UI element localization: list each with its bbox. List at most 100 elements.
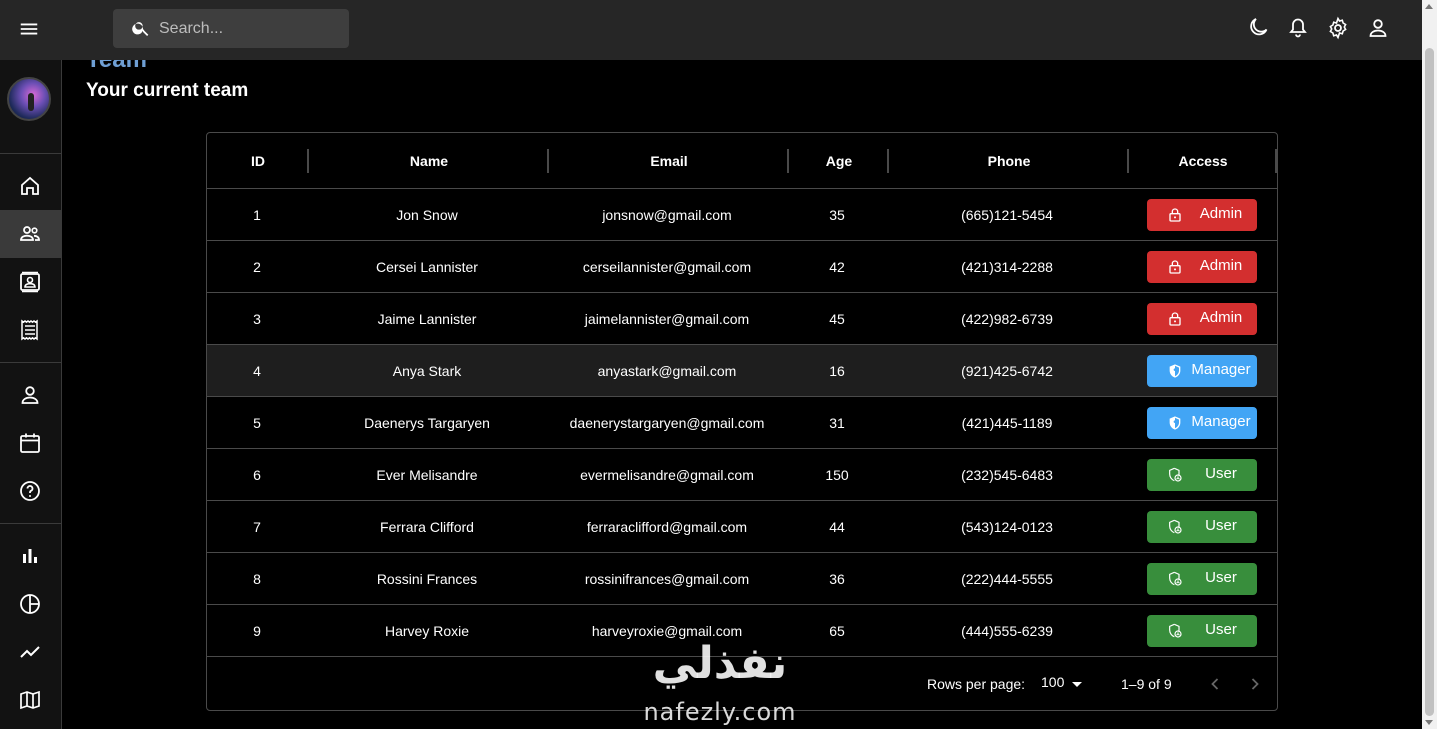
table-row[interactable]: 6 Ever Melisandre evermelisandre@gmail.c… bbox=[207, 449, 1277, 501]
column-header-access[interactable]: Access bbox=[1129, 133, 1277, 189]
access-badge-user[interactable]: User bbox=[1147, 459, 1257, 491]
table-row[interactable]: 2 Cersei Lannister cerseilannister@gmail… bbox=[207, 241, 1277, 293]
map-icon bbox=[20, 690, 40, 710]
sidebar-divider bbox=[0, 153, 62, 154]
access-badge-user[interactable]: User bbox=[1147, 563, 1257, 595]
sidebar-divider bbox=[0, 362, 62, 363]
scroll-up-arrow-icon[interactable] bbox=[1425, 4, 1433, 9]
cell-id: 7 bbox=[253, 519, 261, 535]
sidebar-item-geography[interactable] bbox=[0, 676, 62, 724]
dark-mode-icon[interactable] bbox=[1246, 16, 1270, 40]
cell-age: 16 bbox=[829, 363, 845, 379]
sidebar-divider bbox=[0, 523, 62, 524]
pagination-info: 1–9 of 9 bbox=[1121, 676, 1172, 692]
scrollbar-thumb[interactable] bbox=[1425, 48, 1434, 716]
column-header-id[interactable]: ID bbox=[207, 133, 309, 189]
help-icon bbox=[20, 481, 40, 501]
cell-id: 4 bbox=[253, 363, 261, 379]
top-bar bbox=[0, 0, 1422, 60]
cell-age: 45 bbox=[829, 311, 845, 327]
sidebar-item-dashboard[interactable] bbox=[0, 162, 62, 210]
table-row[interactable]: 7 Ferrara Clifford ferraraclifford@gmail… bbox=[207, 501, 1277, 553]
security-shield-icon bbox=[1169, 416, 1181, 430]
bar-chart-icon bbox=[23, 549, 37, 563]
cell-phone: (543)124-0123 bbox=[961, 519, 1053, 535]
settings-icon[interactable] bbox=[1326, 16, 1350, 40]
team-icon bbox=[20, 226, 40, 241]
access-label: User bbox=[1205, 517, 1237, 534]
cell-age: 35 bbox=[829, 207, 845, 223]
cell-age: 44 bbox=[829, 519, 845, 535]
sidebar-item-profile[interactable] bbox=[0, 371, 62, 419]
verified-user-shield-icon bbox=[1169, 623, 1182, 638]
table-row[interactable]: 5 Daenerys Targaryen daenerystargaryen@g… bbox=[207, 397, 1277, 449]
cell-id: 6 bbox=[253, 467, 261, 483]
cell-name: Harvey Roxie bbox=[384, 623, 470, 639]
invoices-icon bbox=[21, 319, 38, 341]
access-label: User bbox=[1205, 465, 1237, 482]
cell-age: 36 bbox=[829, 571, 845, 587]
table-row[interactable]: 1 Jon Snow jonsnow@gmail.com 35 (665)121… bbox=[207, 189, 1277, 241]
access-label: Admin bbox=[1199, 205, 1243, 222]
access-badge-admin[interactable]: Admin bbox=[1147, 303, 1257, 335]
cell-email: rossinifrances@gmail.com bbox=[584, 571, 750, 587]
avatar[interactable] bbox=[7, 77, 51, 121]
table-row[interactable]: 9 Harvey Roxie harveyroxie@gmail.com 65 … bbox=[207, 605, 1277, 657]
cell-age: 65 bbox=[829, 623, 845, 639]
verified-user-shield-icon bbox=[1169, 519, 1182, 534]
rows-per-page-select[interactable]: 100 bbox=[1041, 674, 1064, 690]
sidebar-item-bar-chart[interactable] bbox=[0, 532, 62, 580]
cell-phone: (444)555-6239 bbox=[961, 623, 1053, 639]
cell-name: Cersei Lannister bbox=[376, 259, 478, 275]
cell-email: evermelisandre@gmail.com bbox=[580, 467, 754, 483]
access-label: Admin bbox=[1199, 257, 1243, 274]
cell-name: Daenerys Targaryen bbox=[364, 415, 490, 431]
cell-phone: (422)982-6739 bbox=[961, 311, 1053, 327]
column-header-phone[interactable]: Phone bbox=[889, 133, 1129, 189]
sidebar-item-calendar[interactable] bbox=[0, 419, 62, 467]
chevron-left-icon[interactable] bbox=[1203, 672, 1227, 696]
grid-header: ID Name Email Age Phone Access bbox=[207, 133, 1277, 189]
cell-email: jonsnow@gmail.com bbox=[602, 207, 732, 223]
chevron-right-icon[interactable] bbox=[1243, 672, 1267, 696]
scroll-down-arrow-icon[interactable] bbox=[1425, 720, 1433, 725]
access-label: Manager bbox=[1191, 361, 1251, 378]
table-row[interactable]: 3 Jaime Lannister jaimelannister@gmail.c… bbox=[207, 293, 1277, 345]
sidebar-item-faq[interactable] bbox=[0, 467, 62, 515]
sidebar-item-pie-chart[interactable] bbox=[0, 580, 62, 628]
access-label: Admin bbox=[1199, 309, 1243, 326]
column-header-name[interactable]: Name bbox=[309, 133, 549, 189]
access-badge-admin[interactable]: Admin bbox=[1147, 199, 1257, 231]
search-input[interactable] bbox=[159, 9, 339, 48]
access-label: User bbox=[1205, 621, 1237, 638]
column-header-email[interactable]: Email bbox=[549, 133, 789, 189]
contacts-icon bbox=[20, 271, 40, 293]
access-badge-admin[interactable]: Admin bbox=[1147, 251, 1257, 283]
cell-id: 9 bbox=[253, 623, 261, 639]
lock-open-icon bbox=[1169, 208, 1181, 222]
caret-down-icon[interactable] bbox=[1072, 682, 1082, 687]
sidebar-item-line-chart[interactable] bbox=[0, 628, 62, 676]
cell-phone: (222)444-5555 bbox=[961, 571, 1053, 587]
access-badge-user[interactable]: User bbox=[1147, 511, 1257, 543]
cell-email: anyastark@gmail.com bbox=[597, 363, 737, 379]
access-badge-manager[interactable]: Manager bbox=[1147, 355, 1257, 387]
person-icon[interactable] bbox=[1366, 16, 1390, 40]
sidebar-item-contacts[interactable] bbox=[0, 258, 62, 306]
menu-icon[interactable] bbox=[18, 18, 40, 40]
sidebar-item-team[interactable] bbox=[0, 210, 62, 258]
table-row[interactable]: 8 Rossini Frances rossinifrances@gmail.c… bbox=[207, 553, 1277, 605]
team-data-grid: ID Name Email Age Phone Access 1 Jon Sno… bbox=[206, 132, 1278, 711]
cell-name: Ever Melisandre bbox=[376, 467, 478, 483]
access-badge-user[interactable]: User bbox=[1147, 615, 1257, 647]
sidebar-item-invoices[interactable] bbox=[0, 306, 62, 354]
search-icon[interactable] bbox=[131, 18, 151, 38]
table-row-hovered[interactable]: 4 Anya Stark anyastark@gmail.com 16 (921… bbox=[207, 345, 1277, 397]
page-scrollbar[interactable] bbox=[1422, 0, 1437, 729]
column-header-age[interactable]: Age bbox=[789, 133, 889, 189]
cell-name: Anya Stark bbox=[392, 363, 462, 379]
notifications-icon[interactable] bbox=[1286, 16, 1310, 40]
cell-email: cerseilannister@gmail.com bbox=[582, 259, 752, 275]
access-badge-manager[interactable]: Manager bbox=[1147, 407, 1257, 439]
column-separator[interactable] bbox=[1275, 149, 1277, 173]
